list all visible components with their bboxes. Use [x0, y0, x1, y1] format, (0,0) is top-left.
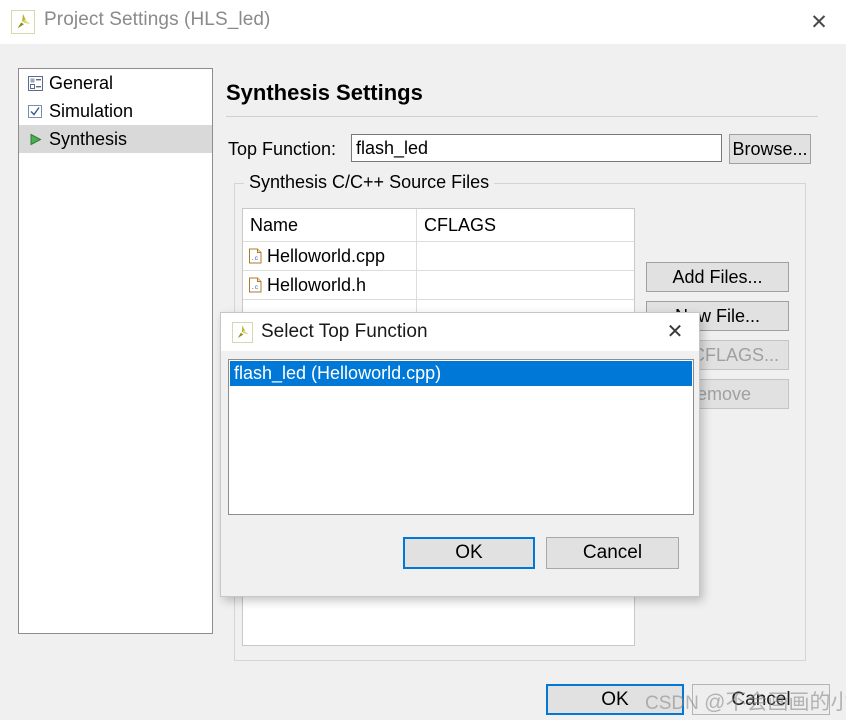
sidebar-item-label: Simulation — [49, 100, 134, 121]
project-settings-window: Project Settings (HLS_led) ✕ General Sim… — [0, 0, 846, 720]
add-files-button[interactable]: Add Files... — [646, 262, 789, 292]
dialog-cancel-button[interactable]: Cancel — [546, 537, 679, 569]
sidebar-item-label: General — [49, 72, 114, 93]
close-icon[interactable]: ✕ — [659, 317, 691, 347]
svg-text:.c: .c — [251, 284, 259, 291]
properties-list-icon — [27, 75, 44, 92]
file-name-cell[interactable]: .c Helloworld.h — [243, 271, 417, 299]
sidebar-item-general[interactable]: General — [19, 69, 212, 97]
sidebar-item-synthesis[interactable]: Synthesis — [19, 125, 212, 153]
top-function-label: Top Function: — [228, 139, 337, 159]
table-row[interactable]: .c Helloworld.h — [243, 271, 634, 300]
c-file-icon: .c — [248, 248, 263, 264]
dialog-titlebar: Select Top Function ✕ — [221, 313, 699, 351]
select-top-function-dialog: Select Top Function ✕ flash_led (Hellowo… — [220, 312, 700, 597]
ok-button[interactable]: OK — [546, 684, 684, 715]
sidebar-item-simulation[interactable]: Simulation — [19, 97, 212, 125]
top-function-input[interactable] — [351, 134, 722, 162]
vivado-hls-logo-icon — [232, 322, 253, 343]
c-file-icon: .c — [248, 277, 263, 293]
settings-category-tree[interactable]: General Simulation Synthesis — [18, 68, 213, 634]
dialog-ok-button[interactable]: OK — [403, 537, 535, 569]
top-function-list[interactable]: flash_led (Helloworld.cpp) — [228, 359, 694, 515]
dialog-title: Select Top Function — [261, 321, 428, 342]
browse-button[interactable]: Browse... — [729, 134, 811, 164]
source-files-legend: Synthesis C/C++ Source Files — [244, 172, 495, 193]
file-cflags-cell[interactable] — [417, 242, 634, 270]
file-name-label: Helloworld.h — [267, 274, 367, 295]
cancel-button[interactable]: Cancel — [692, 684, 830, 715]
file-name-cell[interactable]: .c Helloworld.cpp — [243, 242, 417, 270]
window-title: Project Settings (HLS_led) — [44, 9, 271, 30]
column-header-cflags[interactable]: CFLAGS — [417, 209, 634, 241]
green-play-icon — [27, 131, 44, 148]
vivado-hls-logo-icon — [11, 10, 35, 34]
title-divider — [226, 116, 818, 117]
file-name-label: Helloworld.cpp — [267, 245, 386, 266]
column-header-name[interactable]: Name — [243, 209, 417, 241]
close-icon[interactable]: ✕ — [802, 6, 836, 38]
checkbox-checked-icon — [27, 103, 44, 120]
table-header: Name CFLAGS — [243, 209, 634, 242]
table-row[interactable]: .c Helloworld.cpp — [243, 242, 634, 271]
svg-text:.c: .c — [251, 255, 259, 262]
sidebar-item-label: Synthesis — [49, 128, 128, 149]
window-titlebar: Project Settings (HLS_led) ✕ — [0, 0, 846, 45]
file-cflags-cell[interactable] — [417, 271, 634, 299]
list-item[interactable]: flash_led (Helloworld.cpp) — [230, 361, 692, 386]
page-title: Synthesis Settings — [226, 80, 423, 105]
